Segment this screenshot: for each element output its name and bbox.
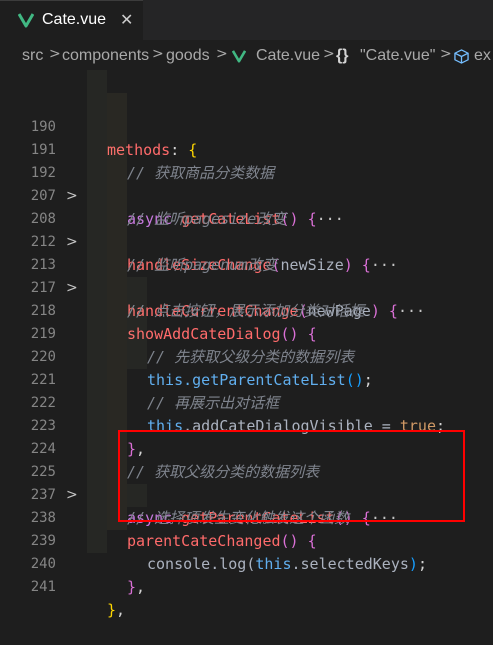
code-line: 212 // 监听pagenum改变 xyxy=(0,185,493,274)
code-line: 223 }, xyxy=(0,369,493,458)
code-line: 221 // 再展示出对话框 xyxy=(0,323,493,412)
tab-bar: Cate.vue ✕ xyxy=(0,0,493,40)
breadcrumb-export[interactable]: ex xyxy=(474,47,491,65)
code-line: 208 > handleSizeChange(newSize) {··· xyxy=(0,162,493,274)
tab-title: Cate.vue xyxy=(42,11,107,28)
chevron-right-icon: > xyxy=(440,46,452,62)
code-line: 217 // 点击按钮，展示添加分类对话框 xyxy=(0,231,493,320)
vue-icon xyxy=(232,50,246,63)
code-line: 191 // 获取商品分类数据 xyxy=(0,93,493,182)
code-line: 207 // 监听pagesize改变 xyxy=(0,139,493,228)
breadcrumb-cate-vue[interactable]: Cate.vue xyxy=(256,47,320,65)
chevron-right-icon: > xyxy=(152,46,164,62)
chevron-right-icon: > xyxy=(49,46,61,62)
code-line: 218 showAddCateDialog() { xyxy=(0,254,493,343)
breadcrumb-components[interactable]: components xyxy=(62,47,149,65)
tab-cate-vue[interactable]: Cate.vue ✕ xyxy=(0,0,143,40)
code-line: 190 methods: { xyxy=(0,70,493,159)
code-line: 219 // 先获取父级分类的数据列表 xyxy=(0,277,493,366)
breadcrumb: src > components > goods > Cate.vue > {}… xyxy=(0,40,493,73)
code-line: 220 this.getParentCateList(); xyxy=(0,300,493,389)
line-number: 241 xyxy=(30,579,56,595)
cube-icon xyxy=(454,49,469,64)
vue-icon xyxy=(18,13,34,28)
code-line: 192 > async getCateList() {··· xyxy=(0,116,493,228)
code-line: 222 this.addCateDialogVisible = true; xyxy=(0,346,493,435)
breadcrumb-goods[interactable]: goods xyxy=(166,47,210,65)
close-icon[interactable]: ✕ xyxy=(120,10,133,29)
highlight-box xyxy=(118,430,465,522)
chevron-right-icon: > xyxy=(216,46,228,62)
breadcrumb-export-string[interactable]: "Cate.vue" xyxy=(360,47,435,65)
code-line: 224 // 获取父级分类的数据列表 xyxy=(0,392,493,481)
breadcrumb-src[interactable]: src xyxy=(22,47,43,65)
code-line: 213 > handleCurrentChange(newPage) {··· xyxy=(0,208,493,320)
code-line: 241 }, xyxy=(0,530,493,619)
chevron-right-icon: > xyxy=(323,46,335,62)
braces-icon: {} xyxy=(336,47,349,64)
